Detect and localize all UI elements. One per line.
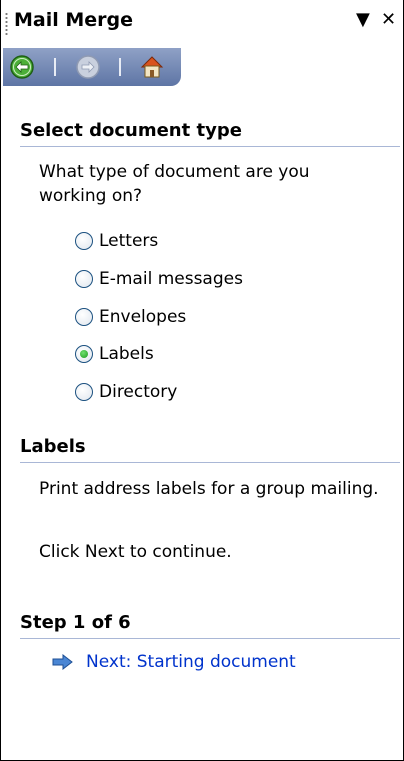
toolbar-separator — [119, 58, 121, 76]
right-arrow-icon — [52, 654, 73, 670]
task-pane-title-bar: Mail Merge ▼ ✕ — [1, 0, 403, 44]
drag-grip-handle[interactable] — [5, 12, 8, 36]
radio-button[interactable] — [75, 308, 93, 326]
close-icon[interactable]: ✕ — [381, 10, 396, 30]
home-icon[interactable] — [139, 54, 165, 80]
radio-option-letters[interactable]: Letters — [75, 229, 158, 253]
document-type-question: What type of document are you working on… — [39, 162, 310, 206]
radio-option-email-messages[interactable]: E-mail messages — [75, 267, 243, 291]
labels-description: Print address labels for a group mailing… — [39, 479, 379, 499]
task-pane-nav-toolbar — [3, 48, 181, 86]
forward-arrow-icon[interactable] — [75, 54, 101, 80]
radio-label: Letters — [99, 231, 159, 251]
back-arrow-icon[interactable] — [9, 54, 35, 80]
radio-label: E-mail messages — [99, 269, 243, 289]
mail-merge-task-pane: Mail Merge ▼ ✕ Select document type What… — [0, 0, 404, 761]
section-heading-labels: Labels — [20, 436, 400, 463]
radio-button[interactable] — [75, 232, 93, 250]
task-pane-menu-dropdown-icon[interactable]: ▼ — [356, 10, 370, 30]
radio-option-envelopes[interactable]: Envelopes — [75, 305, 186, 329]
next-link-label: Next: Starting document — [86, 652, 296, 672]
next-starting-document-link[interactable]: Next: Starting document — [52, 652, 296, 672]
section-heading-step: Step 1 of 6 — [20, 612, 400, 639]
radio-label: Envelopes — [99, 307, 187, 327]
radio-label: Directory — [99, 382, 178, 402]
radio-button[interactable] — [75, 383, 93, 401]
continue-instruction: Click Next to continue. — [39, 542, 232, 562]
radio-label: Labels — [99, 344, 154, 364]
task-pane-title: Mail Merge — [14, 9, 134, 31]
radio-option-labels[interactable]: Labels — [75, 342, 154, 366]
section-heading-select-document-type: Select document type — [20, 120, 400, 147]
radio-button-selected[interactable] — [75, 345, 93, 363]
radio-option-directory[interactable]: Directory — [75, 380, 177, 404]
radio-button[interactable] — [75, 270, 93, 288]
toolbar-separator — [54, 58, 56, 76]
